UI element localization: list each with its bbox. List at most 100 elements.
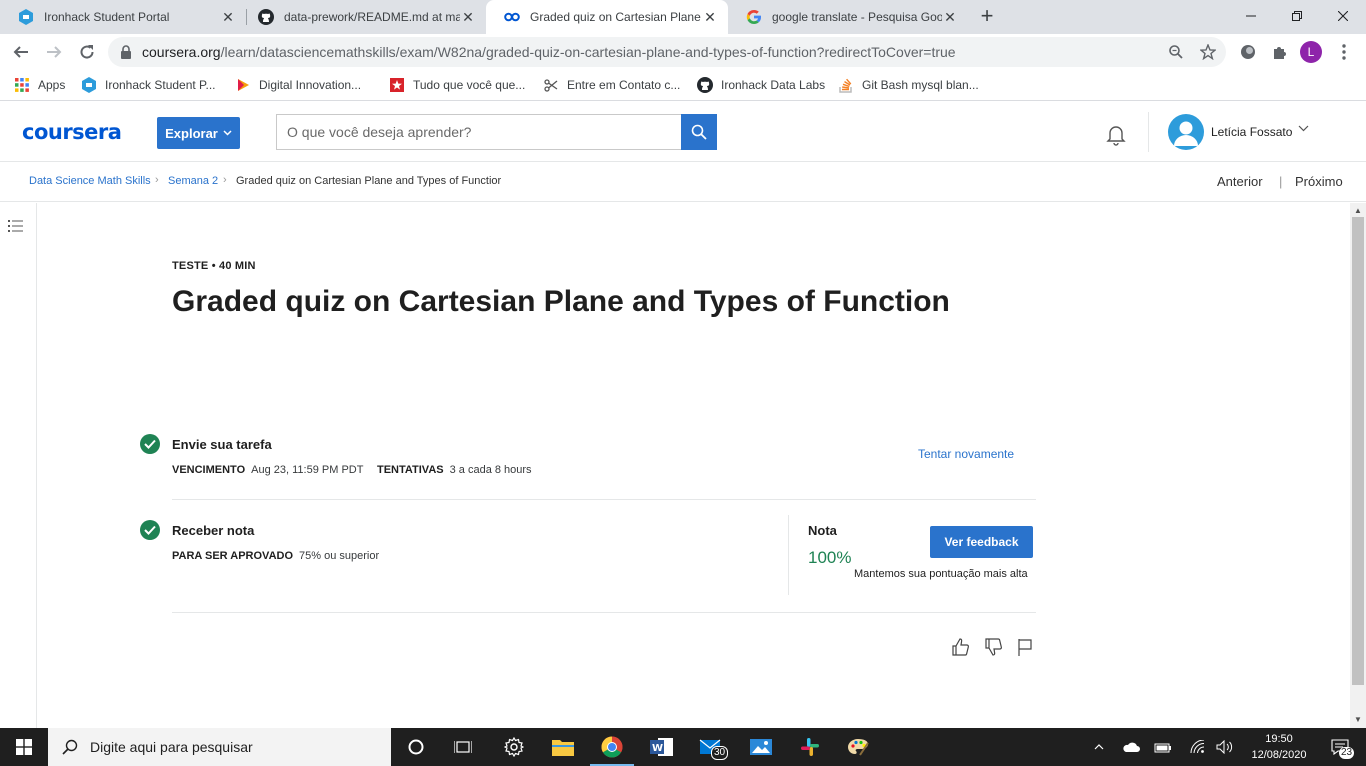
photos-icon[interactable] [746, 732, 776, 762]
user-name[interactable]: Letícia Fossato [1211, 125, 1292, 139]
tab-title: data-prework/README.md at ma [284, 10, 460, 24]
reload-button[interactable] [75, 40, 99, 64]
bookmark-tudo-que-voce[interactable]: Tudo que você que... [389, 76, 525, 94]
bookmark-label: Apps [38, 78, 66, 92]
next-link[interactable]: Próximo [1295, 174, 1343, 189]
chevron-right-icon: › [223, 174, 227, 186]
previous-link[interactable]: Anterior [1217, 174, 1263, 189]
chevron-down-icon[interactable] [1298, 124, 1309, 135]
show-hidden-icons-icon[interactable] [1089, 728, 1109, 766]
bookmark-ironhack-data-labs[interactable]: Ironhack Data Labs [697, 76, 825, 94]
scissors-icon [543, 77, 559, 93]
thumbs-up-icon[interactable] [951, 637, 971, 657]
slack-icon[interactable] [795, 732, 825, 762]
nav-divider: | [1279, 174, 1283, 189]
restore-button[interactable] [1274, 0, 1320, 32]
close-tab-icon[interactable]: ✕ [702, 9, 718, 25]
onedrive-icon[interactable] [1120, 728, 1142, 766]
scroll-thumb[interactable] [1352, 217, 1364, 685]
back-button[interactable] [9, 40, 33, 64]
taskbar-search-input[interactable]: Digite aqui para pesquisar [48, 728, 391, 766]
system-clock[interactable]: 19:50 12/08/2020 [1244, 731, 1314, 763]
extensions-puzzle-icon[interactable] [1268, 40, 1292, 64]
page-scrollbar[interactable]: ▲ ▼ [1350, 203, 1366, 728]
task-view-icon[interactable] [448, 732, 478, 762]
attempts-label: TENTATIVAS [377, 464, 444, 476]
explore-button[interactable]: Explorar [157, 117, 240, 149]
bookmark-label: Ironhack Data Labs [721, 78, 826, 92]
breadcrumb-week[interactable]: Semana 2 [168, 175, 218, 187]
thumbs-down-icon[interactable] [984, 637, 1004, 657]
forward-button[interactable] [42, 40, 66, 64]
settings-gear-icon[interactable] [499, 732, 529, 762]
wifi-icon[interactable] [1186, 728, 1208, 766]
search-icon [691, 124, 707, 140]
address-bar[interactable]: coursera.org/learn/datasciencemathskills… [108, 37, 1226, 67]
divider [172, 612, 1036, 613]
bookmark-entre-em-contato[interactable]: Entre em Contato c... [543, 76, 680, 94]
windows-start-icon[interactable] [0, 728, 48, 766]
extension-circle-icon[interactable] [1236, 40, 1260, 64]
notification-bell-icon[interactable] [1104, 122, 1128, 146]
profile-avatar[interactable]: L [1300, 41, 1322, 63]
close-tab-icon[interactable]: ✕ [460, 9, 476, 25]
google-icon [746, 9, 762, 25]
user-avatar[interactable] [1168, 114, 1204, 150]
close-tab-icon[interactable]: ✕ [942, 9, 958, 25]
scroll-down-icon[interactable]: ▼ [1350, 714, 1366, 726]
clock-date: 12/08/2020 [1251, 749, 1307, 761]
chrome-icon[interactable] [597, 732, 627, 762]
svg-text:W: W [652, 743, 663, 754]
flag-icon[interactable] [1015, 637, 1035, 657]
outline-list-icon[interactable] [8, 219, 24, 233]
volume-icon[interactable] [1214, 728, 1236, 766]
ironhack-icon [81, 77, 97, 93]
more-menu-icon[interactable] [1332, 40, 1356, 64]
bookmark-git-bash-mysql[interactable]: Git Bash mysql blan... [838, 76, 979, 94]
tab-coursera-quiz[interactable]: Graded quiz on Cartesian Plane a ✕ [486, 0, 728, 34]
scroll-up-icon[interactable]: ▲ [1350, 205, 1366, 217]
attempts-value: 3 a cada 8 hours [449, 464, 532, 476]
file-explorer-icon[interactable] [548, 732, 578, 762]
bookmarks-bar: Apps Ironhack Student P... Digital Innov… [0, 70, 1366, 101]
zoom-icon[interactable] [1164, 37, 1188, 67]
bookmark-digital-innovation[interactable]: Digital Innovation... [235, 76, 361, 94]
new-tab-button[interactable]: + [976, 5, 998, 27]
minimize-button[interactable] [1228, 0, 1274, 32]
breadcrumb-course[interactable]: Data Science Math Skills [29, 175, 151, 187]
browser-tab-strip: Ironhack Student Portal ✕ data-prework/R… [0, 0, 1366, 34]
due-value: Aug 23, 11:59 PM PDT [251, 464, 364, 476]
breadcrumb-current: Graded quiz on Cartesian Plane and Types… [236, 175, 502, 187]
breadcrumb: Data Science Math Skills › Semana 2 › Gr… [0, 162, 1366, 202]
bookmark-star-icon[interactable] [1196, 37, 1220, 67]
close-window-button[interactable] [1320, 0, 1366, 32]
site-header: coursera Explorar O que você deseja apre… [0, 102, 1366, 162]
due-date: VENCIMENTO Aug 23, 11:59 PM PDT [172, 464, 363, 476]
word-icon[interactable]: W [647, 732, 677, 762]
pass-requirement: PARA SER APROVADO 75% ou superior [172, 550, 379, 562]
mail-icon[interactable]: 30 [697, 732, 729, 762]
header-divider [1148, 112, 1149, 152]
search-button[interactable] [681, 114, 717, 150]
stackoverflow-icon [838, 77, 854, 93]
search-input[interactable]: O que você deseja aprender? [276, 114, 681, 150]
github-icon [258, 9, 274, 25]
retry-link[interactable]: Tentar novamente [918, 447, 1014, 461]
tab-github-readme[interactable]: data-prework/README.md at ma ✕ [240, 0, 486, 34]
view-feedback-button[interactable]: Ver feedback [930, 526, 1033, 558]
bookmark-apps[interactable]: Apps [14, 76, 65, 94]
paint-icon[interactable] [843, 732, 873, 762]
action-center-icon[interactable]: 23 [1320, 728, 1360, 766]
tab-google-translate[interactable]: google translate - Pesquisa Goog ✕ [728, 0, 968, 34]
tab-ironhack-portal[interactable]: Ironhack Student Portal ✕ [0, 0, 246, 34]
url-path: /learn/datasciencemathskills/exam/W82na/… [220, 44, 956, 60]
chevron-right-icon: › [155, 174, 159, 186]
clock-time: 19:50 [1265, 733, 1293, 745]
close-tab-icon[interactable]: ✕ [220, 9, 236, 25]
cortana-icon[interactable] [401, 732, 431, 762]
grade-note: Mantemos sua pontuação mais alta [854, 568, 1028, 580]
bookmark-ironhack-portal[interactable]: Ironhack Student P... [81, 76, 216, 94]
check-circle-icon [140, 520, 160, 540]
coursera-logo[interactable]: coursera [22, 120, 122, 144]
battery-icon[interactable] [1152, 728, 1174, 766]
